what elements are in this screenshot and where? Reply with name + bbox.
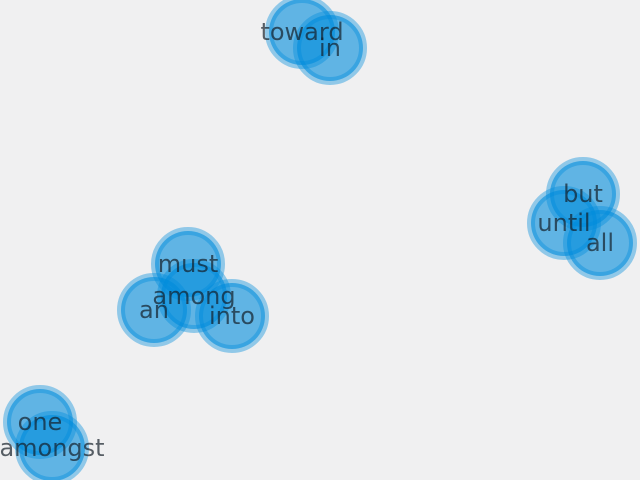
- labels-layer: towardinbutuntilallmustamongan intooneamo…: [0, 18, 614, 462]
- word-cluster-diagram: toward in but until all must among an into one amo…: [0, 0, 640, 480]
- node-label-all: all: [586, 229, 614, 257]
- word-cluster-canvas: towardinbutuntilallmustamongan intooneamo…: [0, 0, 637, 480]
- node-label-into: into: [209, 302, 255, 330]
- node-label-amongst: amongst: [0, 434, 105, 462]
- node-label-in: in: [319, 34, 341, 62]
- node-label-one: one: [18, 408, 63, 436]
- node-label-an: an: [139, 296, 169, 324]
- node-label-until: until: [537, 209, 590, 237]
- circles-layer: [3, 0, 637, 480]
- node-label-but: but: [563, 180, 603, 208]
- node-label-must: must: [158, 250, 219, 278]
